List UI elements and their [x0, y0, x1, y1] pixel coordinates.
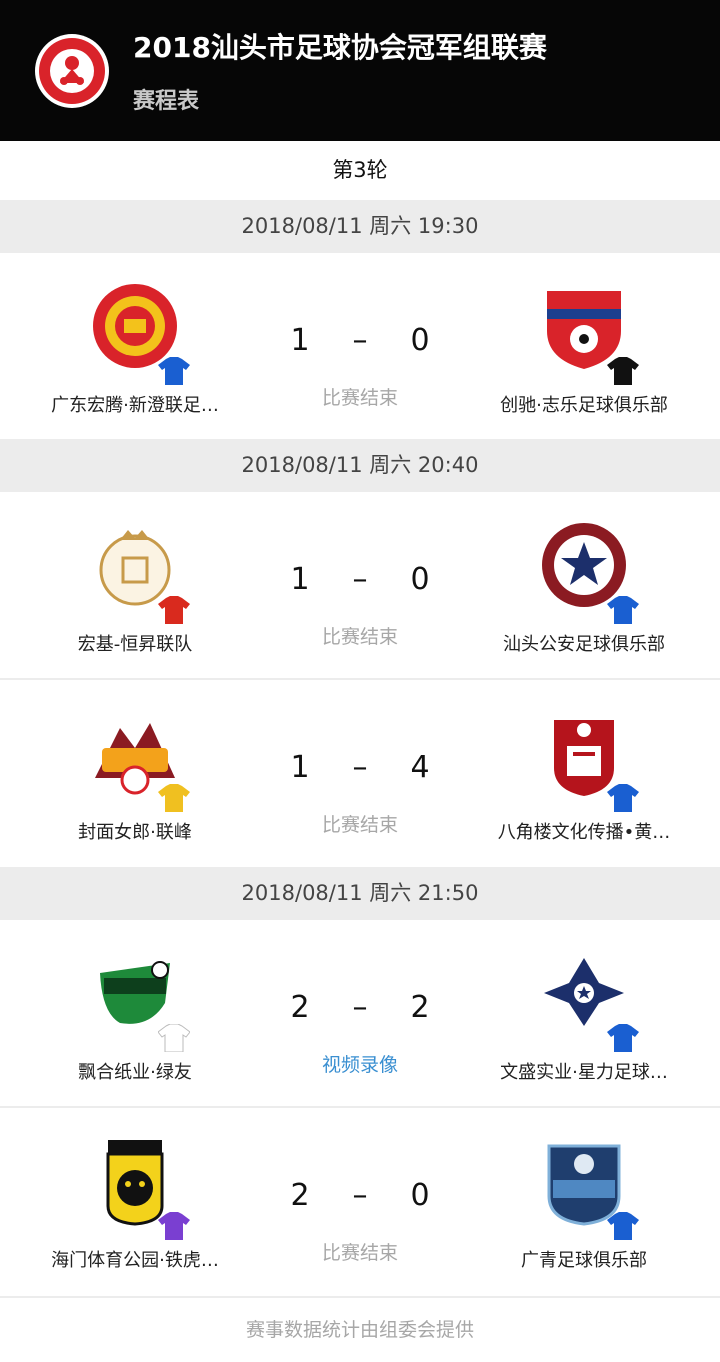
match-row[interactable]: 宏基-恒昇联队 1 – 0 比赛结束 汕头公安足球俱乐部 [0, 492, 720, 678]
match-datetime-header: 2018/08/11 周六 20:40 [0, 439, 720, 492]
home-score: 1 [290, 750, 310, 785]
score-separator: – [352, 323, 368, 358]
home-team-name: 宏基-恒昇联队 [77, 634, 193, 655]
score: 1 – 4 [280, 750, 440, 785]
match-status: 比赛结束 [321, 1242, 398, 1264]
away-team-name: 创驰·志乐足球俱乐部 [500, 395, 668, 416]
match-status: 比赛结束 [321, 814, 398, 836]
match-datetime-header: 2018/08/11 周六 19:30 [0, 200, 720, 253]
away-shirt-icon [607, 596, 639, 624]
home-shirt-icon [158, 1024, 190, 1052]
away-score: 2 [410, 990, 430, 1025]
score: 1 – 0 [280, 562, 440, 597]
app-header: 2018汕头市足球协会冠军组联赛 赛程表 [0, 0, 720, 141]
score: 2 – 2 [280, 990, 440, 1025]
score: 2 – 0 [280, 1178, 440, 1213]
home-score: 1 [290, 323, 310, 358]
home-team-name: 封面女郎·联峰 [78, 822, 192, 843]
score: 1 – 0 [280, 323, 440, 358]
home-team[interactable]: 飘合纸业·绿友 [25, 948, 245, 1084]
home-team-name: 广东宏腾·新澄联足… [51, 395, 219, 416]
home-shirt-icon [158, 357, 190, 385]
page-title: 2018汕头市足球协会冠军组联赛 [133, 31, 547, 64]
home-shirt-icon [158, 784, 190, 812]
home-score: 2 [290, 990, 310, 1025]
score-separator: – [352, 1178, 368, 1213]
match-status: 比赛结束 [321, 387, 398, 409]
away-shirt-icon [607, 784, 639, 812]
video-replay-link[interactable]: 视频录像 [260, 1050, 460, 1077]
home-team[interactable]: 封面女郎·联峰 [25, 708, 245, 844]
away-score: 0 [410, 323, 430, 358]
match-row[interactable]: 封面女郎·联峰 1 – 4 比赛结束 八角楼文化传播•黄… [0, 680, 720, 867]
round-label: 第3轮 [0, 141, 720, 200]
home-team[interactable]: 海门体育公园·铁虎… [25, 1136, 245, 1272]
away-team-name: 文盛实业·星力足球… [500, 1062, 668, 1083]
score-separator: – [352, 750, 368, 785]
away-team[interactable]: 创驰·志乐足球俱乐部 [474, 281, 694, 417]
away-score: 0 [410, 1178, 430, 1213]
away-score: 4 [410, 750, 430, 785]
match-status: 比赛结束 [321, 626, 398, 648]
home-shirt-icon [158, 596, 190, 624]
home-score: 2 [290, 1178, 310, 1213]
away-shirt-icon [607, 357, 639, 385]
away-shirt-icon [607, 1024, 639, 1052]
home-team[interactable]: 广东宏腾·新澄联足… [25, 281, 245, 417]
match-row[interactable]: 飘合纸业·绿友 2 – 2 视频录像 文盛实业·星力足球… [0, 920, 720, 1106]
home-team-name: 飘合纸业·绿友 [78, 1062, 192, 1083]
footer-note: 赛事数据统计由组委会提供 [0, 1296, 720, 1362]
away-team[interactable]: 汕头公安足球俱乐部 [474, 520, 694, 656]
away-shirt-icon [607, 1212, 639, 1240]
away-team-name: 八角楼文化传播•黄… [497, 822, 671, 843]
home-shirt-icon [158, 1212, 190, 1240]
match-datetime-header: 2018/08/11 周六 21:50 [0, 867, 720, 920]
away-team-name: 广青足球俱乐部 [521, 1250, 647, 1271]
shirt-shape [158, 357, 190, 385]
away-score: 0 [410, 562, 430, 597]
away-team[interactable]: 广青足球俱乐部 [474, 1136, 694, 1272]
home-score: 1 [290, 562, 310, 597]
match-row[interactable]: 海门体育公园·铁虎… 2 – 0 比赛结束 广青足球俱乐部 [0, 1108, 720, 1296]
home-team-name: 海门体育公园·铁虎… [51, 1250, 219, 1271]
match-row[interactable]: 广东宏腾·新澄联足… 1 – 0 比赛结束 创驰·志乐足球俱乐部 [0, 253, 720, 439]
page-subtitle: 赛程表 [133, 89, 200, 114]
score-separator: – [352, 990, 368, 1025]
home-team[interactable]: 宏基-恒昇联队 [25, 520, 245, 656]
score-separator: – [352, 562, 368, 597]
away-team[interactable]: 文盛实业·星力足球… [474, 948, 694, 1084]
away-team-name: 汕头公安足球俱乐部 [503, 634, 665, 655]
away-team[interactable]: 八角楼文化传播•黄… [474, 708, 694, 844]
stfa-logo-icon [35, 34, 109, 108]
